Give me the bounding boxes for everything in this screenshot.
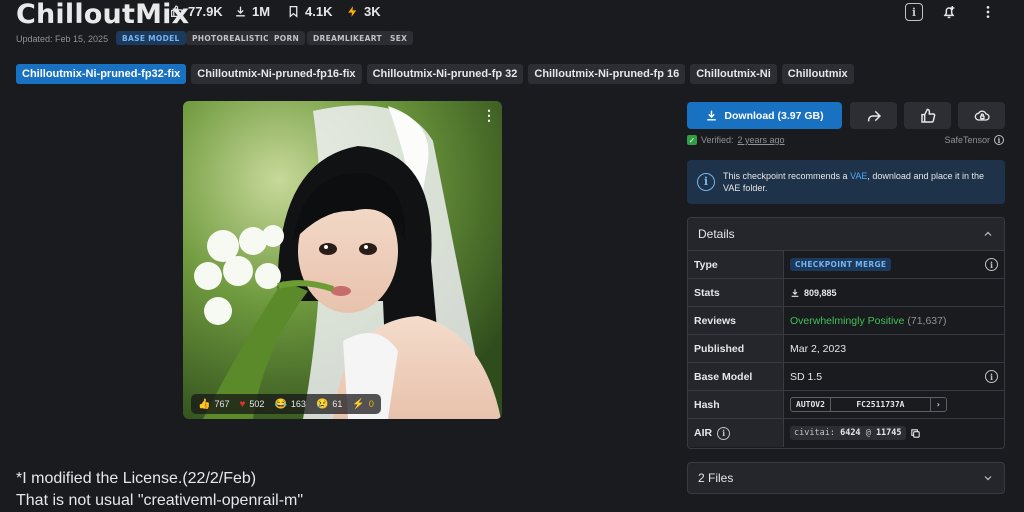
- downloads-count: 1M: [252, 4, 271, 19]
- badge-dreamlikeart[interactable]: DREAMLIKEART: [307, 31, 388, 45]
- details-row-reviews: Reviews Overwhelmingly Positive (71,637): [688, 307, 1004, 335]
- dots-vertical-icon: [986, 6, 990, 18]
- download-icon: [236, 6, 245, 17]
- reaction-like[interactable]: 👍 767: [198, 399, 229, 410]
- model-title: ChilloutMix: [16, 0, 190, 30]
- chevron-down-icon: [984, 476, 992, 481]
- version-tab-3[interactable]: Chilloutmix-Ni-pruned-fp 32: [366, 64, 524, 84]
- buzz-count: 3K: [364, 4, 381, 19]
- model-description: *I modified the License.(22/2/Feb) That …: [16, 468, 303, 512]
- reaction-buzz[interactable]: ⚡ 0: [352, 399, 373, 410]
- verified-label: Verified:: [701, 135, 734, 145]
- details-row-hash: Hash AUTOV2 FC2511737A ›: [688, 391, 1004, 419]
- thumbs-up-icon: [171, 5, 183, 17]
- reviews-rating[interactable]: Overwhelmingly Positive: [790, 315, 904, 327]
- reaction-cry[interactable]: 😢 61: [316, 399, 342, 410]
- share-arrow-icon: [867, 110, 881, 121]
- buzz-stat: 3K: [346, 4, 381, 19]
- reviews-count: (71,637): [907, 314, 947, 327]
- info-icon[interactable]: i: [994, 135, 1004, 145]
- updated-date: Updated: Feb 15, 2025: [16, 34, 109, 44]
- reaction-heart[interactable]: ♥ 502: [239, 399, 264, 410]
- badge-base-model[interactable]: BASE MODEL: [116, 31, 186, 45]
- version-tab-1[interactable]: Chilloutmix-Ni-pruned-fp32-fix: [16, 64, 187, 84]
- version-tab-6[interactable]: Chilloutmix: [781, 64, 854, 84]
- base-model-value: SD 1.5: [790, 370, 823, 383]
- share-button[interactable]: [850, 102, 897, 129]
- download-icon: [791, 288, 799, 297]
- details-row-published: Published Mar 2, 2023: [688, 335, 1004, 363]
- published-date: Mar 2, 2023: [784, 335, 1004, 362]
- version-tab-4[interactable]: Chilloutmix-Ni-pruned-fp 16: [528, 64, 686, 84]
- chevron-up-icon: [984, 231, 992, 236]
- thumbs-up-emoji-icon: 👍: [198, 398, 211, 410]
- likes-stat: 77.9K: [170, 4, 223, 19]
- verified-check-icon: ✓: [687, 135, 697, 145]
- hash-value[interactable]: FC2511737A: [831, 398, 931, 411]
- vae-link[interactable]: VAE: [850, 171, 867, 181]
- lightning-icon: [348, 6, 357, 17]
- version-tab-2[interactable]: Chilloutmix-Ni-pruned-fp16-fix: [191, 64, 362, 84]
- copy-icon[interactable]: [910, 428, 921, 439]
- verified-row: ✓ Verified: 2 years ago: [687, 135, 785, 145]
- image-menu-icon[interactable]: ⋮: [482, 107, 496, 124]
- heart-emoji-icon: ♥: [239, 398, 246, 410]
- description-line-2: That is not usual "creativeml-openrail-m…: [16, 492, 304, 509]
- verified-time-link[interactable]: 2 years ago: [738, 135, 785, 145]
- bookmarks-count: 4.1K: [305, 4, 333, 19]
- vae-alert: i This checkpoint recommends a VAE, down…: [687, 160, 1005, 204]
- cry-emoji-icon: 😢: [315, 398, 329, 410]
- hash-type[interactable]: AUTOV2: [791, 398, 831, 411]
- details-panel: Details Type CHECKPOINT MERGE i Stats 809…: [687, 217, 1005, 449]
- lightning-emoji-icon: ⚡: [352, 398, 365, 410]
- laugh-emoji-icon: 😂: [274, 398, 287, 410]
- preview-image[interactable]: ⋮: [183, 101, 502, 419]
- badge-photorealistic[interactable]: PHOTOREALISTIC: [186, 31, 275, 45]
- version-tab-5[interactable]: Chilloutmix-Ni: [690, 64, 777, 84]
- downloads-stat: 1M: [234, 4, 270, 19]
- download-icon: [707, 110, 717, 121]
- files-accordion[interactable]: 2 Files: [687, 462, 1005, 494]
- likes-count: 77.9K: [188, 4, 223, 19]
- details-header[interactable]: Details: [688, 218, 1004, 251]
- badge-sex[interactable]: SEX: [384, 31, 414, 45]
- info-icon: i: [905, 3, 923, 21]
- like-button[interactable]: [904, 102, 951, 129]
- safetensor-label: SafeTensor i: [944, 135, 1004, 145]
- bell-plus-icon: [943, 6, 955, 19]
- files-label: 2 Files: [698, 471, 734, 485]
- download-button[interactable]: Download (3.97 GB): [687, 102, 842, 129]
- stats-downloads: 809,885: [790, 288, 837, 298]
- air-code: civitai: 6424 @ 11745: [790, 426, 906, 440]
- info-icon[interactable]: i: [985, 258, 998, 271]
- bookmarks-stat: 4.1K: [287, 4, 332, 19]
- cloud-lock-icon: [974, 110, 990, 121]
- bookmark-icon: [289, 5, 298, 18]
- more-options-button[interactable]: [976, 0, 1000, 24]
- info-circle-icon: i: [697, 173, 715, 191]
- reaction-laugh[interactable]: 😂 163: [274, 399, 305, 410]
- info-icon[interactable]: i: [985, 370, 998, 383]
- details-row-type: Type CHECKPOINT MERGE i: [688, 251, 1004, 279]
- info-icon[interactable]: i: [717, 426, 731, 440]
- chevron-right-icon[interactable]: ›: [931, 398, 946, 411]
- info-button[interactable]: i: [902, 0, 926, 24]
- version-tabs: Chilloutmix-Ni-pruned-fp32-fix Chilloutm…: [16, 64, 854, 84]
- badge-porn[interactable]: PORN: [268, 31, 306, 45]
- type-badge[interactable]: CHECKPOINT MERGE: [790, 258, 892, 271]
- hash-box[interactable]: AUTOV2 FC2511737A ›: [790, 397, 947, 412]
- details-row-base-model: Base Model SD 1.5 i: [688, 363, 1004, 391]
- vae-alert-text: This checkpoint recommends a VAE, downlo…: [723, 171, 984, 193]
- description-line-1: *I modified the License.(22/2/Feb): [16, 470, 257, 487]
- portrait-illustration: [183, 101, 502, 419]
- notify-button[interactable]: [937, 0, 961, 24]
- details-row-air: AIR i civitai: 6424 @ 11745: [688, 419, 1004, 447]
- details-row-stats: Stats 809,885: [688, 279, 1004, 307]
- cloud-download-button[interactable]: [958, 102, 1005, 129]
- thumbs-up-icon: [920, 108, 935, 123]
- reaction-bar: 👍 767 ♥ 502 😂 163 😢 61 ⚡ 0: [191, 394, 381, 414]
- download-label: Download (3.97 GB): [724, 109, 824, 122]
